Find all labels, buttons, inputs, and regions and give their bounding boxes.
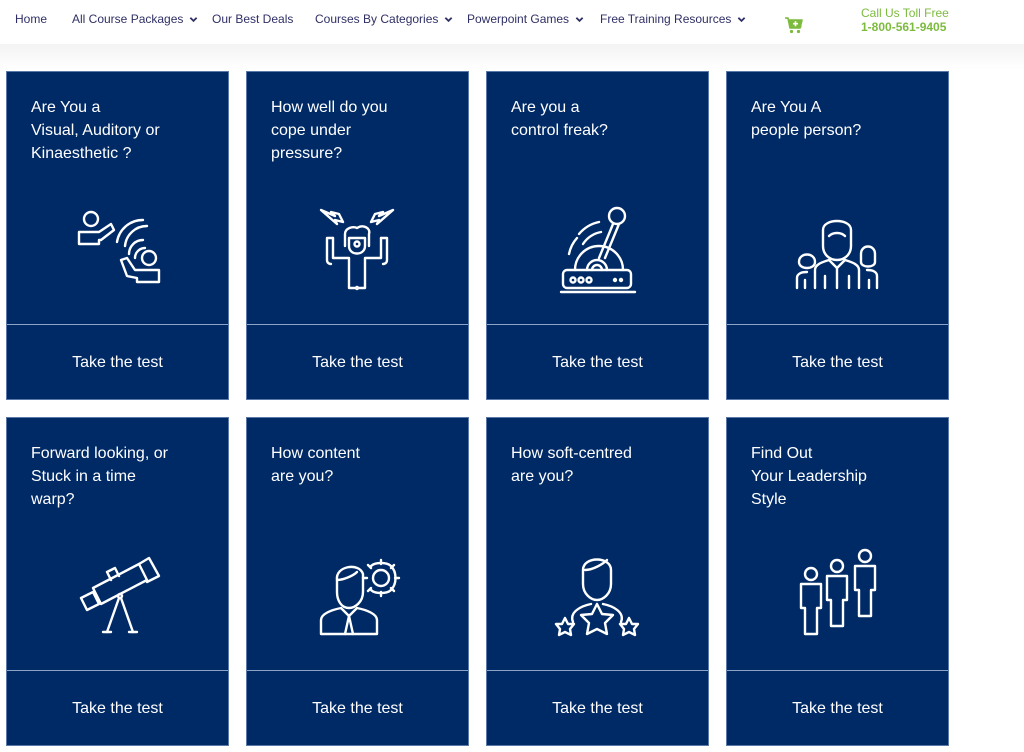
quiz-card-forward-looking: Forward looking, or Stuck in a time warp… — [6, 417, 229, 746]
nav-powerpoint-games[interactable]: Powerpoint Games — [467, 12, 584, 26]
take-the-test-button[interactable]: Take the test — [247, 671, 468, 746]
take-the-test-button[interactable]: Take the test — [7, 671, 228, 746]
card-title: Are you a control freak? — [511, 99, 608, 139]
card-title: Are You a Visual, Auditory or Kinaesthet… — [31, 99, 160, 162]
take-the-test-button[interactable]: Take the test — [727, 671, 948, 746]
nav-home-label: Home — [15, 12, 48, 26]
nav-courses-by-categories-label: Courses By Categories — [315, 12, 439, 26]
take-the-test-button[interactable]: Take the test — [247, 325, 468, 400]
card-title: Find Out Your Leadership Style — [751, 445, 867, 508]
header-shadow-strip — [0, 44, 1024, 70]
cart-plus-icon[interactable] — [784, 16, 804, 34]
call-us-label: Call Us Toll Free — [861, 6, 949, 20]
control-lever-icon — [559, 206, 637, 294]
quiz-card-content: How content are you? Take the test — [246, 417, 469, 746]
nav-home[interactable]: Home — [15, 12, 47, 26]
take-the-test-button[interactable]: Take the test — [487, 325, 708, 400]
leadership-people-icon — [799, 548, 877, 636]
quiz-card-soft-centred: How soft-centred are you? Take the test — [486, 417, 709, 746]
quiz-card-pressure: How well do you cope under pressure? Tak… — [246, 71, 469, 400]
telescope-icon — [79, 556, 161, 634]
nav-all-course-packages[interactable]: All Course Packages — [72, 12, 198, 26]
quiz-card-control-freak: Are you a control freak? Take the test — [486, 71, 709, 400]
chevron-down-icon — [190, 16, 198, 22]
take-the-test-button[interactable]: Take the test — [727, 325, 948, 400]
chevron-down-icon — [575, 16, 584, 22]
card-title: How content are you? — [271, 445, 360, 485]
chevron-down-icon — [445, 16, 453, 22]
card-title: Forward looking, or Stuck in a time warp… — [31, 445, 168, 508]
take-the-test-button[interactable]: Take the test — [487, 671, 708, 746]
toll-free-contact[interactable]: Call Us Toll Free 1-800-561-9405 — [861, 6, 949, 34]
nav-our-best-deals[interactable]: Our Best Deals — [212, 12, 293, 26]
communication-people-icon — [77, 210, 161, 284]
nav-free-training-resources-label: Free Training Resources — [600, 12, 732, 26]
group-people-icon — [795, 219, 879, 290]
card-title: How well do you cope under pressure? — [271, 99, 388, 162]
card-title: How soft-centred are you? — [511, 445, 632, 485]
person-stars-icon — [554, 558, 640, 637]
phone-number[interactable]: 1-800-561-9405 — [861, 20, 949, 34]
chevron-down-icon — [738, 16, 746, 22]
person-gear-icon — [319, 558, 401, 636]
nav-powerpoint-games-label: Powerpoint Games — [467, 12, 570, 26]
take-the-test-button[interactable]: Take the test — [7, 325, 228, 400]
nav-all-course-packages-label: All Course Packages — [72, 12, 184, 26]
nav-our-best-deals-label: Our Best Deals — [212, 12, 294, 26]
quiz-card-people-person: Are You A people person? Take the test — [726, 71, 949, 400]
quiz-card-learning-style: Are You a Visual, Auditory or Kinaesthet… — [6, 71, 229, 400]
card-title: Are You A people person? — [751, 99, 862, 139]
nav-free-training-resources[interactable]: Free Training Resources — [600, 12, 746, 26]
stressed-person-icon — [319, 208, 395, 291]
top-navigation-bar: Home All Course Packages Our Best Deals … — [0, 0, 1024, 44]
quiz-card-leadership-style: Find Out Your Leadership Style Take the … — [726, 417, 949, 746]
nav-courses-by-categories[interactable]: Courses By Categories — [315, 12, 453, 26]
